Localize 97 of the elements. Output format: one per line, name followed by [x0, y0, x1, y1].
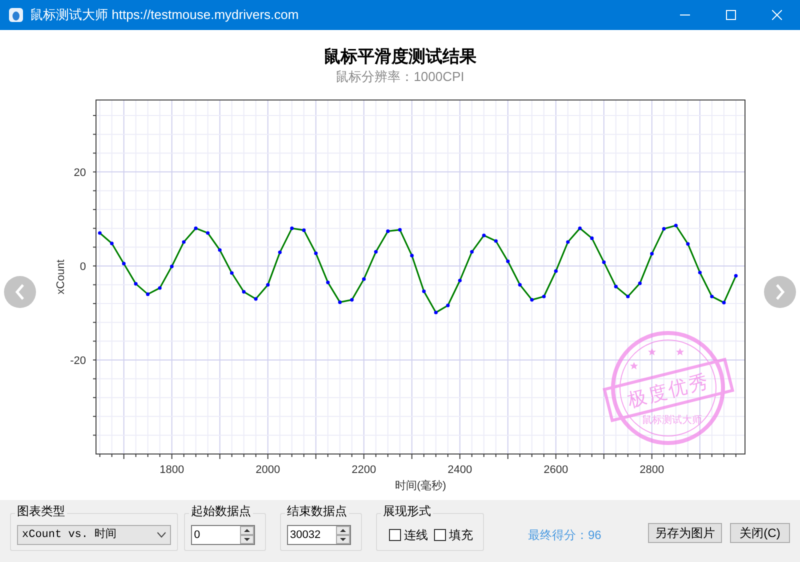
star-icon — [676, 348, 684, 356]
data-point — [338, 300, 342, 304]
data-point — [578, 226, 582, 230]
data-point — [590, 236, 594, 240]
star-icon — [630, 362, 638, 370]
chart-type-dropdown[interactable]: xCount vs. 时间 — [17, 525, 171, 545]
data-point — [182, 240, 186, 244]
data-point — [206, 231, 210, 235]
data-point — [674, 224, 678, 228]
y-axis-label: xCount — [55, 260, 67, 294]
data-point — [122, 262, 126, 266]
stamp-arc-text: 鼠标测试大师 — [642, 415, 702, 426]
data-point — [314, 252, 318, 256]
close-icon — [772, 10, 782, 20]
spinner-value: 30032 — [289, 528, 322, 543]
x-tick-label: 2400 — [448, 464, 472, 476]
x-axis-label: 时间(毫秒) — [394, 480, 446, 492]
window-title: 鼠标测试大师 https://testmouse.mydrivers.com — [30, 6, 299, 24]
data-point — [386, 229, 390, 233]
data-point — [554, 269, 558, 273]
save-image-button[interactable]: 另存为图片 — [648, 523, 722, 543]
x-tick-label: 2800 — [640, 464, 664, 476]
data-point — [302, 228, 306, 232]
data-point — [506, 260, 510, 264]
data-point — [542, 294, 546, 298]
group-label: 展现形式 — [381, 504, 433, 518]
data-point — [722, 300, 726, 304]
data-point — [602, 260, 606, 264]
data-point — [194, 226, 198, 230]
data-point — [698, 270, 702, 274]
data-point — [170, 264, 174, 268]
chevron-icon — [774, 284, 786, 300]
final-score: 最终得分：96 — [528, 527, 602, 544]
app-icon — [8, 7, 24, 23]
data-point — [410, 254, 414, 258]
data-point — [710, 294, 714, 298]
spinner-value: 0 — [193, 528, 202, 543]
y-tick-label: -20 — [70, 354, 86, 367]
data-point — [614, 284, 618, 288]
data-point — [446, 304, 450, 308]
data-point — [158, 286, 162, 290]
maximize-icon — [726, 10, 736, 20]
x-tick-label: 2200 — [352, 464, 376, 476]
data-point — [734, 274, 738, 278]
option-checkbox[interactable]: 连线 — [389, 526, 428, 544]
data-point — [266, 283, 270, 287]
group-label: 图表类型 — [15, 504, 67, 518]
data-point — [686, 242, 690, 246]
data-point — [530, 298, 534, 302]
data-point — [350, 298, 354, 302]
data-point — [254, 297, 258, 301]
group-label: 结束数据点 — [285, 504, 349, 518]
previous-nav-button[interactable] — [4, 276, 36, 308]
chart-title: 鼠标平滑度测试结果 — [324, 46, 476, 68]
x-tick-label: 1800 — [160, 464, 184, 476]
spin-arrows-icon — [240, 526, 254, 544]
data-point — [242, 290, 246, 294]
data-point — [518, 283, 522, 287]
data-point — [290, 226, 294, 230]
stamp-text: 极度优秀 — [626, 371, 712, 412]
data-point — [422, 290, 426, 294]
spin-arrows-icon — [336, 526, 350, 544]
number-spinner[interactable]: 30032 — [287, 525, 351, 545]
data-point — [362, 277, 366, 281]
data-point — [218, 248, 222, 252]
data-point — [494, 239, 498, 243]
data-point — [482, 234, 486, 238]
data-point — [434, 310, 438, 314]
data-point — [458, 278, 462, 282]
star-icon — [648, 348, 656, 356]
x-tick-label: 2600 — [544, 464, 568, 476]
chart-subtitle: 鼠标分辨率：1000CPI — [336, 68, 464, 86]
data-point — [98, 231, 102, 235]
data-point — [110, 242, 114, 246]
option-checkbox[interactable]: 填充 — [434, 526, 473, 544]
chevron-icon — [14, 284, 26, 300]
group-label: 起始数据点 — [189, 504, 253, 518]
close-dialog-button[interactable]: 关闭(C) — [730, 523, 790, 543]
y-tick-label: 20 — [74, 166, 86, 179]
data-point — [230, 271, 234, 275]
next-nav-button[interactable] — [764, 276, 796, 308]
data-point — [326, 280, 330, 284]
data-point — [626, 294, 630, 298]
data-point — [278, 250, 282, 254]
data-point — [470, 250, 474, 254]
data-point — [134, 282, 138, 286]
data-point — [398, 228, 402, 232]
caret-icon — [157, 532, 166, 538]
y-tick-label: 0 — [80, 260, 86, 273]
data-point — [374, 250, 378, 254]
data-point — [638, 282, 642, 286]
number-spinner[interactable]: 0 — [191, 525, 255, 545]
data-point — [650, 252, 654, 256]
data-point — [566, 240, 570, 244]
x-tick-label: 2000 — [256, 464, 280, 476]
data-point — [662, 227, 666, 231]
data-point — [146, 292, 150, 296]
